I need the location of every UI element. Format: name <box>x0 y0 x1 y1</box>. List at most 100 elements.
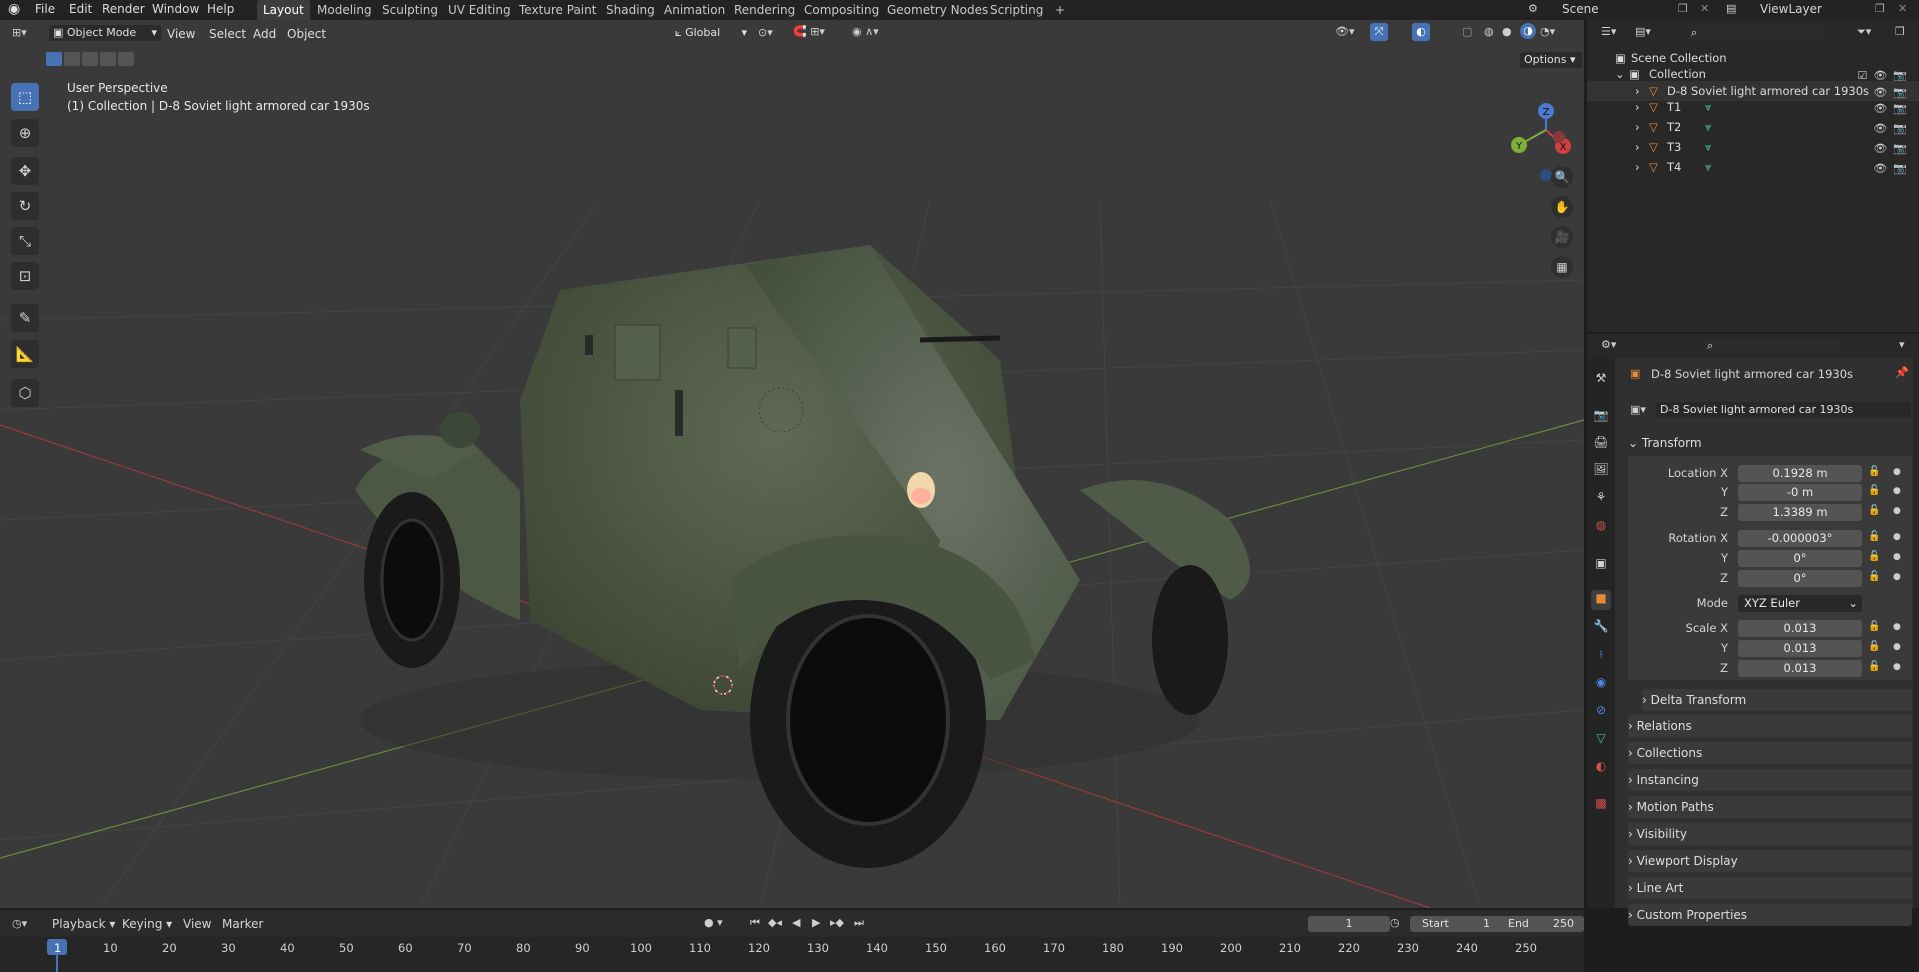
transform-tool[interactable]: ⊡ <box>11 262 39 290</box>
modifier-tab-icon[interactable]: 🔧 <box>1593 618 1609 634</box>
scene-tab-icon[interactable]: ⚘ <box>1593 489 1609 505</box>
object-name-field[interactable]: D-8 Soviet light armored car 1930s <box>1656 402 1911 418</box>
outliner-editor-type-icon[interactable]: ☰▾ <box>1601 25 1616 38</box>
pan-hand-icon[interactable]: ✋ <box>1551 196 1573 218</box>
jump-end-icon[interactable]: ⏭ <box>854 916 864 930</box>
relations-panel-header[interactable]: › Relations <box>1628 715 1912 737</box>
outliner-object-row[interactable]: › ▽ T4 ⩔ 👁📷 <box>1587 157 1919 177</box>
visibility-icon[interactable]: 👁▾ <box>1335 25 1355 38</box>
blender-logo-icon[interactable]: ◉ <box>8 1 20 17</box>
menu-edit[interactable]: Edit <box>69 2 92 16</box>
world-tab-icon[interactable]: ◍ <box>1593 517 1609 533</box>
rotation-x-field[interactable]: -0.000003° <box>1738 530 1862 547</box>
select-invert-icon[interactable] <box>100 52 116 66</box>
tab-sculpting[interactable]: Sculpting <box>376 0 444 20</box>
custom-properties-panel-header[interactable]: › Custom Properties <box>1628 904 1912 926</box>
output-tab-icon[interactable]: 🖨 <box>1593 434 1609 450</box>
tab-shading[interactable]: Shading <box>600 0 661 20</box>
cursor-tool[interactable]: ⊕ <box>11 119 39 147</box>
location-z-field[interactable]: 1.3389 m <box>1738 504 1862 521</box>
lock-icon[interactable]: 🔓 <box>1868 485 1880 496</box>
lock-icon[interactable]: 🔓 <box>1868 571 1880 582</box>
object-toggles[interactable]: 👁📷 <box>1873 159 1913 179</box>
object-toggles[interactable]: 👁📷 <box>1873 119 1913 139</box>
properties-scroll-strip[interactable] <box>1913 358 1919 908</box>
tab-layout[interactable]: Layout <box>257 0 310 20</box>
start-frame-field[interactable]: Start 1 <box>1410 916 1500 932</box>
lock-icon[interactable]: 🔓 <box>1868 661 1880 672</box>
tab-scripting[interactable]: Scripting <box>984 0 1049 20</box>
object-datablock-icon[interactable]: ▣▾ <box>1630 403 1646 416</box>
tab-uv-editing[interactable]: UV Editing <box>442 0 517 20</box>
object-toggles[interactable]: 👁📷 <box>1873 139 1913 159</box>
timeline-editor-type-icon[interactable]: ◷▾ <box>12 917 27 930</box>
lock-icon[interactable]: 🔓 <box>1868 641 1880 652</box>
lock-icon[interactable]: 🔓 <box>1868 466 1880 477</box>
next-keyframe-icon[interactable]: ▸◆ <box>830 916 844 929</box>
lock-icon[interactable]: 🔓 <box>1868 531 1880 542</box>
view-layer-icon[interactable]: ▤ <box>1726 2 1736 15</box>
keyframe-dot-icon[interactable]: ● <box>1893 532 1901 542</box>
orthographic-toggle-icon[interactable]: ▦ <box>1551 256 1573 278</box>
keyframe-dot-icon[interactable]: ● <box>1893 622 1901 632</box>
view-layer-field[interactable]: ViewLayer <box>1760 2 1822 16</box>
render-tab-icon[interactable]: 📷 <box>1593 407 1609 423</box>
delete-scene-icon[interactable]: ✕ <box>1700 2 1709 15</box>
snap-icon[interactable]: 🧲 ⊞▾ <box>793 25 825 38</box>
auto-keying-icon[interactable]: ● ▾ <box>704 916 723 929</box>
tab-modeling[interactable]: Modeling <box>311 0 378 20</box>
3d-viewport[interactable]: Z X Y ⊞▾ ▣ Object Mode ▾ View Select Add … <box>0 20 1584 908</box>
menu-render[interactable]: Render <box>102 2 145 16</box>
select-extend-icon[interactable] <box>64 52 80 66</box>
lock-icon[interactable]: 🔓 <box>1868 505 1880 516</box>
tab-animation[interactable]: Animation <box>658 0 731 20</box>
keyframe-dot-icon[interactable]: ● <box>1893 486 1901 496</box>
tab-rendering[interactable]: Rendering <box>728 0 801 20</box>
preview-range-icon[interactable]: ◷ <box>1390 916 1400 929</box>
current-frame-field[interactable]: 1 <box>1308 916 1390 932</box>
delete-view-layer-icon[interactable]: ✕ <box>1898 2 1907 15</box>
play-reverse-icon[interactable]: ◀ <box>792 916 800 929</box>
rotation-y-field[interactable]: 0° <box>1738 550 1862 567</box>
prev-keyframe-icon[interactable]: ◆◂ <box>768 916 782 929</box>
select-box-tool[interactable]: ⬚ <box>11 83 39 111</box>
expand-arrow-icon[interactable]: › <box>1635 137 1640 157</box>
scale-z-field[interactable]: 0.013 <box>1738 660 1862 677</box>
keyframe-dot-icon[interactable]: ● <box>1893 552 1901 562</box>
editor-type-icon[interactable]: ⊞▾ <box>12 26 27 39</box>
new-collection-icon[interactable]: ❐ <box>1895 25 1905 38</box>
camera-view-icon[interactable]: 🎥 <box>1551 226 1573 248</box>
end-frame-field[interactable]: End 250 <box>1498 916 1584 932</box>
tab-geometry-nodes[interactable]: Geometry Nodes <box>881 0 994 20</box>
scale-y-field[interactable]: 0.013 <box>1738 640 1862 657</box>
tool-tab-icon[interactable]: ⚒ <box>1593 370 1609 386</box>
display-mode-icon[interactable]: ▤▾ <box>1635 25 1651 38</box>
constraints-tab-icon[interactable]: ⊘ <box>1593 702 1609 718</box>
expand-arrow-icon[interactable]: › <box>1635 157 1640 177</box>
physics-tab-icon[interactable]: ◉ <box>1593 674 1609 690</box>
move-tool[interactable]: ✥ <box>11 157 39 185</box>
select-intersect-icon[interactable] <box>118 52 134 66</box>
scene-name-field[interactable]: Scene <box>1562 2 1599 16</box>
shading-material-icon[interactable]: ◑ <box>1520 23 1536 39</box>
menu-window[interactable]: Window <box>152 2 199 16</box>
visibility-panel-header[interactable]: › Visibility <box>1628 823 1912 845</box>
menu-marker[interactable]: Marker <box>222 917 263 931</box>
properties-editor-type-icon[interactable]: ⚙▾ <box>1601 338 1616 351</box>
add-workspace-icon[interactable]: + <box>1049 0 1071 20</box>
keyframe-dot-icon[interactable]: ● <box>1893 572 1901 582</box>
gizmo-toggle-icon[interactable]: ⤧ <box>1370 23 1388 41</box>
shading-rendered-icon[interactable]: ◔▾ <box>1540 25 1555 38</box>
tab-texture-paint[interactable]: Texture Paint <box>513 0 602 20</box>
data-tab-icon[interactable]: ▽ <box>1593 730 1609 746</box>
pivot-point-icon[interactable]: ⊙▾ <box>758 26 773 39</box>
location-y-field[interactable]: -0 m <box>1738 484 1862 501</box>
zoom-icon[interactable]: 🔍 <box>1551 166 1573 188</box>
particles-tab-icon[interactable]: ⟊ <box>1593 646 1609 662</box>
view-layer-tab-icon[interactable]: 🖼 <box>1593 461 1609 477</box>
lock-icon[interactable]: 🔓 <box>1868 621 1880 632</box>
menu-add[interactable]: Add <box>253 27 276 41</box>
expand-arrow-icon[interactable]: › <box>1635 117 1640 137</box>
scene-icon[interactable]: ⚙ <box>1528 2 1538 15</box>
jump-start-icon[interactable]: ⏮ <box>750 916 760 930</box>
